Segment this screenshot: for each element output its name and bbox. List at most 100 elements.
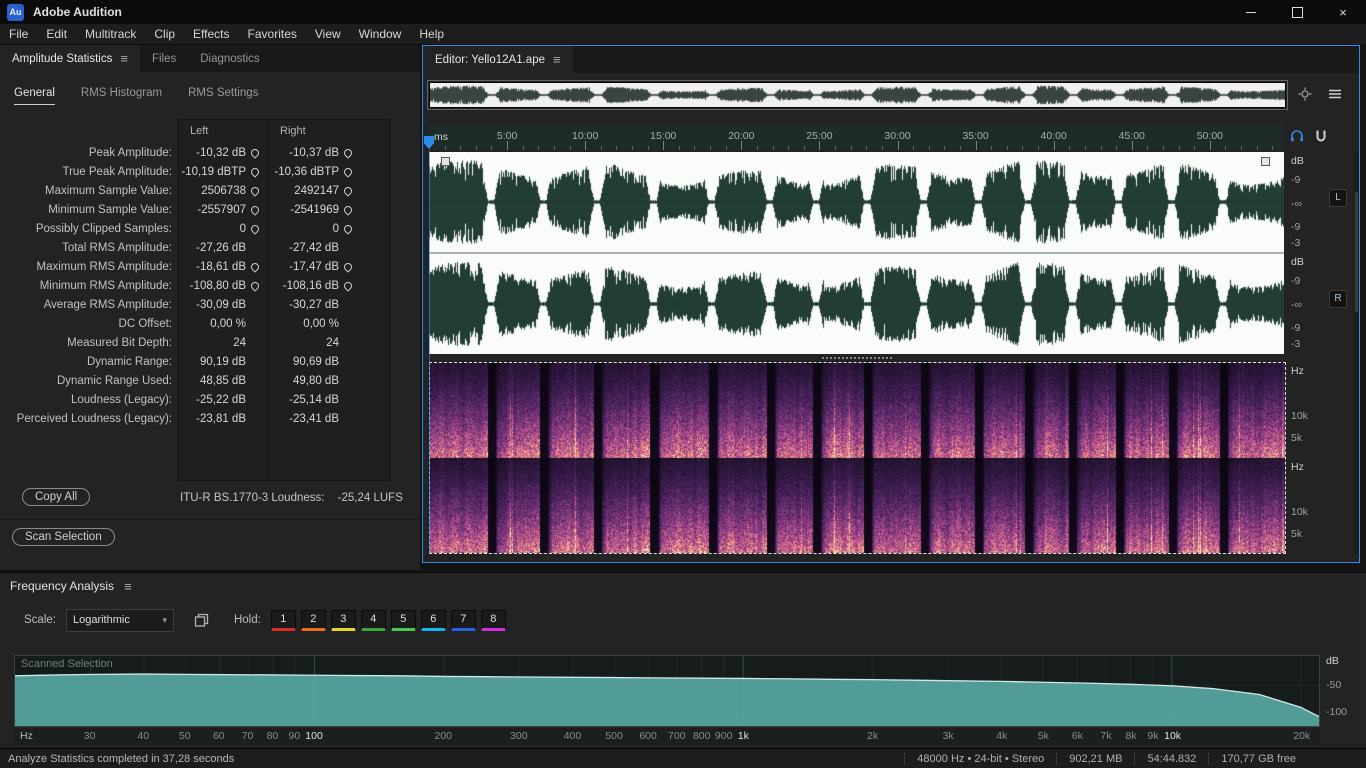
hold-button-2[interactable]: 2: [301, 610, 326, 631]
panel-tab-amplitude-statistics[interactable]: Amplitude Statistics≡: [0, 45, 140, 72]
stat-value-right: 49,80 dB: [263, 375, 339, 387]
stat-value-left: -25,22 dB: [178, 394, 246, 406]
timeline-tick: [1194, 146, 1195, 150]
freq-axis-label: 400: [564, 730, 582, 742]
table-row: DC Offset:0,00 %0,00 %: [0, 314, 420, 333]
panel-menu-icon[interactable]: ≡: [124, 579, 132, 594]
waveform-spectral-splitter[interactable]: [429, 354, 1284, 362]
scan-selection-button[interactable]: Scan Selection: [12, 528, 115, 546]
snapping-magnet-icon[interactable]: [1313, 128, 1329, 144]
settings-knob-icon[interactable]: [1297, 86, 1313, 102]
timeline-tick: [710, 146, 711, 150]
timeline-tick: [663, 141, 664, 150]
location-pin-icon[interactable]: [249, 223, 260, 234]
location-pin-icon[interactable]: [342, 280, 353, 291]
db-scale-label: dB: [1291, 256, 1304, 268]
location-pin-icon[interactable]: [249, 147, 260, 158]
location-pin-icon[interactable]: [342, 147, 353, 158]
timeline-tick: [460, 146, 461, 150]
subtab-rms-histogram[interactable]: RMS Histogram: [81, 87, 162, 105]
timeline-tick: [585, 141, 586, 150]
db-scale-label: -9: [1291, 221, 1300, 233]
menu-item-clip[interactable]: Clip: [145, 24, 184, 44]
panel-menu-icon[interactable]: ≡: [120, 51, 128, 66]
location-pin-icon[interactable]: [249, 280, 260, 291]
amplitude-ruler[interactable]: dB-9-∞-9-3LdB-9-∞-9-3R: [1287, 152, 1353, 354]
table-row: True Peak Amplitude:-10,19 dBTP-10,36 dB…: [0, 162, 420, 181]
scale-dropdown[interactable]: Logarithmic ▾: [66, 609, 174, 632]
timeline-tick: [1210, 141, 1211, 150]
selection-handle-left[interactable]: [441, 157, 450, 166]
menu-item-multitrack[interactable]: Multitrack: [76, 24, 145, 44]
channel-button-l[interactable]: L: [1329, 189, 1347, 207]
menu-item-file[interactable]: File: [0, 24, 37, 44]
hold-button-4[interactable]: 4: [361, 610, 386, 631]
freq-axis-label: 500: [605, 730, 623, 742]
spectrogram[interactable]: [430, 363, 1285, 553]
menu-item-effects[interactable]: Effects: [184, 24, 238, 44]
hold-label: Hold:: [234, 614, 261, 626]
scroll-thumb[interactable]: [1355, 192, 1358, 312]
vertical-zoom-strip[interactable]: [1354, 152, 1359, 554]
display-options-icon[interactable]: [1327, 86, 1343, 102]
location-pin-icon[interactable]: [342, 261, 353, 272]
table-row: Maximum RMS Amplitude:-18,61 dB-17,47 dB: [0, 257, 420, 276]
spectral-display[interactable]: [429, 362, 1286, 554]
freq-axis-label: 6k: [1072, 730, 1083, 742]
freq-axis-label: 700: [668, 730, 686, 742]
timeline-tick: [960, 146, 961, 150]
stat-value-left: -10,19 dBTP: [178, 166, 246, 178]
location-pin-icon[interactable]: [342, 166, 353, 177]
hold-button-5[interactable]: 5: [391, 610, 416, 631]
location-pin-icon[interactable]: [342, 223, 353, 234]
minimize-button[interactable]: [1228, 0, 1274, 24]
location-pin-icon[interactable]: [342, 204, 353, 215]
waveform-right-channel[interactable]: [429, 254, 1284, 354]
waveform-display[interactable]: [429, 152, 1284, 354]
menu-item-help[interactable]: Help: [410, 24, 453, 44]
headphones-icon[interactable]: [1289, 128, 1305, 144]
copy-all-button[interactable]: Copy All: [22, 488, 90, 506]
location-pin-icon[interactable]: [342, 185, 353, 196]
maximize-button[interactable]: [1274, 0, 1320, 24]
channel-button-r[interactable]: R: [1329, 290, 1347, 308]
timeline-ruler[interactable]: ms 5:0010:0015:0020:0025:0030:0035:0040:…: [429, 126, 1284, 150]
panel-menu-icon[interactable]: ≡: [553, 52, 561, 67]
panel-tab-files[interactable]: Files: [140, 45, 188, 72]
editor-tab[interactable]: Editor: Yello12A1.ape ≡: [423, 46, 573, 73]
location-pin-icon[interactable]: [249, 204, 260, 215]
freq-axis-label: 20k: [1293, 730, 1310, 742]
selection-handle-right[interactable]: [1261, 157, 1270, 166]
hold-button-1[interactable]: 1: [271, 610, 296, 631]
hold-button-6[interactable]: 6: [421, 610, 446, 631]
location-pin-icon[interactable]: [249, 185, 260, 196]
location-pin-icon[interactable]: [249, 261, 260, 272]
hz-scale-label: 5k: [1291, 528, 1302, 540]
freq-axis-label: 1k: [738, 730, 749, 742]
menu-item-window[interactable]: Window: [350, 24, 411, 44]
app-title: Adobe Audition: [33, 5, 122, 19]
overview-navigator[interactable]: [429, 82, 1286, 108]
hold-button-3[interactable]: 3: [331, 610, 356, 631]
close-icon: ×: [1339, 5, 1347, 20]
window-controls: ×: [1228, 0, 1366, 24]
menu-item-edit[interactable]: Edit: [37, 24, 76, 44]
hold-button-7[interactable]: 7: [451, 610, 476, 631]
location-pin-icon[interactable]: [249, 166, 260, 177]
close-button[interactable]: ×: [1320, 0, 1366, 24]
menu-item-favorites[interactable]: Favorites: [239, 24, 306, 44]
stat-value-right: -10,36 dBTP: [263, 166, 339, 178]
snapshot-icon[interactable]: [194, 612, 210, 628]
hold-button-8[interactable]: 8: [481, 610, 506, 631]
panel-divider: [0, 519, 420, 520]
timeline-tick: [1241, 146, 1242, 150]
menu-item-view[interactable]: View: [306, 24, 350, 44]
timeline-label: 50:00: [1197, 130, 1223, 142]
waveform-left-channel[interactable]: [429, 152, 1284, 252]
frequency-ruler[interactable]: Hz10k5kHz10k5k: [1287, 362, 1353, 554]
panel-tab-diagnostics[interactable]: Diagnostics: [188, 45, 271, 72]
subtab-rms-settings[interactable]: RMS Settings: [188, 87, 258, 105]
subtab-general[interactable]: General: [14, 87, 55, 105]
timeline-tick: [523, 146, 524, 150]
freq-axis-label: 900: [715, 730, 733, 742]
